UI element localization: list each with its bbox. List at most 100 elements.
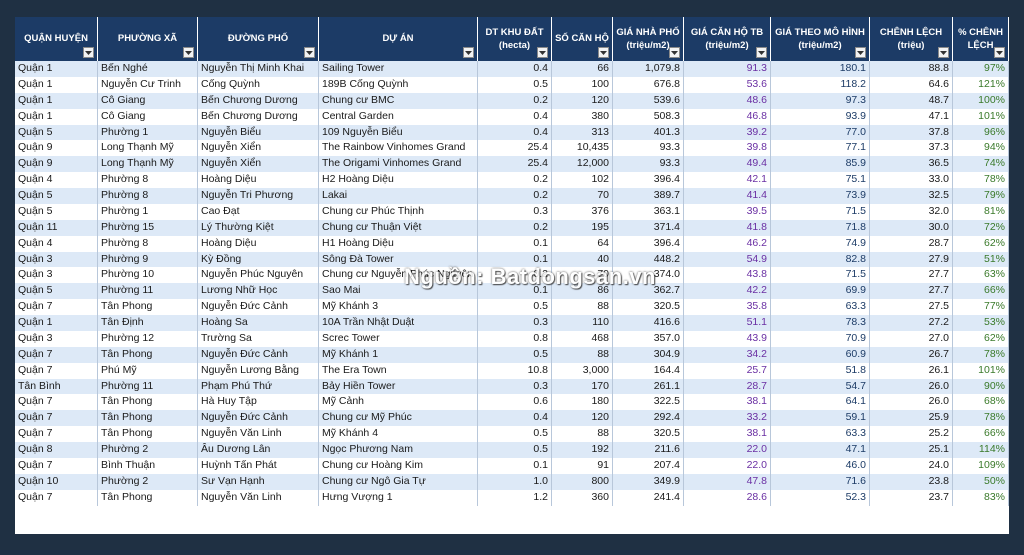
cell-difference[interactable]: 26.0 [870,378,953,395]
cell-street[interactable]: Lương Nhữ Học [198,283,319,300]
cell-unit-count[interactable]: 180 [552,394,613,411]
cell-land-area[interactable]: 0.3 [478,378,552,395]
cell-difference-pct[interactable]: 109% [953,457,1009,474]
cell-ward[interactable]: Phường 12 [98,330,198,347]
cell-ward[interactable]: Bình Thuận [98,457,198,474]
cell-district[interactable]: Quận 9 [15,156,98,173]
cell-ward[interactable]: Phường 2 [98,473,198,490]
cell-ward[interactable]: Cô Giang [98,108,198,125]
cell-difference-pct[interactable]: 72% [953,219,1009,236]
cell-difference[interactable]: 32.0 [870,203,953,220]
cell-district[interactable]: Quận 8 [15,442,98,458]
cell-unit-count[interactable]: 313 [552,124,613,141]
cell-house-price[interactable]: 93.3 [613,156,684,173]
cell-difference-pct[interactable]: 121% [953,76,1009,93]
cell-district[interactable]: Quận 1 [15,76,98,93]
cell-apartment-price[interactable]: 28.7 [684,378,771,395]
cell-unit-count[interactable]: 70 [552,188,613,204]
cell-difference-pct[interactable]: 79% [953,188,1009,204]
cell-house-price[interactable]: 1,079.8 [613,61,684,77]
cell-apartment-price[interactable]: 43.9 [684,330,771,347]
cell-ward[interactable]: Phường 10 [98,267,198,284]
cell-difference[interactable]: 23.8 [870,473,953,490]
cell-difference[interactable]: 33.0 [870,172,953,188]
cell-district[interactable]: Quận 3 [15,267,98,284]
cell-project[interactable]: Hưng Vượng 1 [319,489,478,506]
cell-house-price[interactable]: 401.3 [613,124,684,141]
cell-apartment-price[interactable]: 38.1 [684,394,771,411]
cell-street[interactable]: Nguyễn Biểu [198,124,319,141]
cell-ward[interactable]: Tân Phong [98,299,198,315]
cell-house-price[interactable]: 261.1 [613,378,684,395]
cell-difference[interactable]: 26.7 [870,346,953,363]
cell-model-price[interactable]: 85.9 [771,156,870,173]
cell-difference-pct[interactable]: 51% [953,251,1009,268]
cell-district[interactable]: Quận 5 [15,203,98,220]
cell-project[interactable]: Chung cư Thuận Việt [319,219,478,236]
cell-house-price[interactable]: 539.6 [613,92,684,109]
cell-difference[interactable]: 27.0 [870,330,953,347]
cell-model-price[interactable]: 71.8 [771,219,870,236]
filter-dropdown-icon[interactable] [598,47,609,58]
cell-ward[interactable]: Tân Phong [98,426,198,442]
cell-apartment-price[interactable]: 51.1 [684,315,771,331]
cell-street[interactable]: Sư Vạn Hạnh [198,473,319,490]
cell-difference[interactable]: 32.5 [870,188,953,204]
cell-unit-count[interactable]: 88 [552,346,613,363]
cell-street[interactable]: Âu Dương Lân [198,442,319,458]
cell-difference-pct[interactable]: 50% [953,473,1009,490]
cell-land-area[interactable]: 0.5 [478,346,552,363]
cell-house-price[interactable]: 508.3 [613,108,684,125]
cell-ward[interactable]: Long Thạnh Mỹ [98,156,198,173]
cell-ward[interactable]: Long Thạnh Mỹ [98,140,198,157]
cell-unit-count[interactable]: 102 [552,172,613,188]
cell-unit-count[interactable]: 120 [552,410,613,427]
cell-model-price[interactable]: 77.0 [771,124,870,141]
filter-dropdown-icon[interactable] [83,47,94,58]
cell-model-price[interactable]: 78.3 [771,315,870,331]
cell-street[interactable]: Hoàng Diệu [198,172,319,188]
cell-ward[interactable]: Tân Phong [98,394,198,411]
cell-model-price[interactable]: 74.9 [771,235,870,252]
cell-difference-pct[interactable]: 63% [953,267,1009,284]
cell-model-price[interactable]: 97.3 [771,92,870,109]
cell-land-area[interactable]: 1.2 [478,489,552,506]
cell-project[interactable]: The Origami Vinhomes Grand [319,156,478,173]
cell-difference-pct[interactable]: 74% [953,156,1009,173]
cell-difference-pct[interactable]: 66% [953,283,1009,300]
cell-apartment-price[interactable]: 22.0 [684,442,771,458]
cell-unit-count[interactable]: 800 [552,473,613,490]
cell-apartment-price[interactable]: 49.4 [684,156,771,173]
cell-street[interactable]: Hoàng Sa [198,315,319,331]
cell-house-price[interactable]: 164.4 [613,362,684,379]
cell-land-area[interactable]: 0.4 [478,108,552,125]
cell-unit-count[interactable]: 380 [552,108,613,125]
cell-ward[interactable]: Phường 9 [98,251,198,268]
cell-apartment-price[interactable]: 46.8 [684,108,771,125]
cell-district[interactable]: Quận 1 [15,61,98,77]
cell-model-price[interactable]: 71.5 [771,267,870,284]
cell-street[interactable]: Kỳ Đồng [198,251,319,268]
cell-model-price[interactable]: 71.5 [771,203,870,220]
cell-ward[interactable]: Phường 8 [98,172,198,188]
cell-street[interactable]: Cống Quỳnh [198,76,319,93]
cell-project[interactable]: H2 Hoàng Diệu [319,172,478,188]
cell-project[interactable]: Bảy Hiền Tower [319,378,478,395]
cell-model-price[interactable]: 63.3 [771,426,870,442]
cell-district[interactable]: Quận 3 [15,251,98,268]
cell-street[interactable]: Hà Huy Tập [198,394,319,411]
cell-district[interactable]: Quận 5 [15,124,98,141]
cell-district[interactable]: Quận 3 [15,330,98,347]
cell-difference-pct[interactable]: 100% [953,92,1009,109]
cell-model-price[interactable]: 46.0 [771,457,870,474]
cell-apartment-price[interactable]: 34.2 [684,346,771,363]
cell-unit-count[interactable]: 88 [552,299,613,315]
cell-unit-count[interactable]: 120 [552,92,613,109]
cell-unit-count[interactable]: 376 [552,203,613,220]
cell-house-price[interactable]: 676.8 [613,76,684,93]
cell-project[interactable]: Chung cư Mỹ Phúc [319,410,478,427]
cell-land-area[interactable]: 0.3 [478,315,552,331]
cell-unit-count[interactable]: 64 [552,235,613,252]
cell-district[interactable]: Quận 7 [15,299,98,315]
cell-district[interactable]: Quận 9 [15,140,98,157]
